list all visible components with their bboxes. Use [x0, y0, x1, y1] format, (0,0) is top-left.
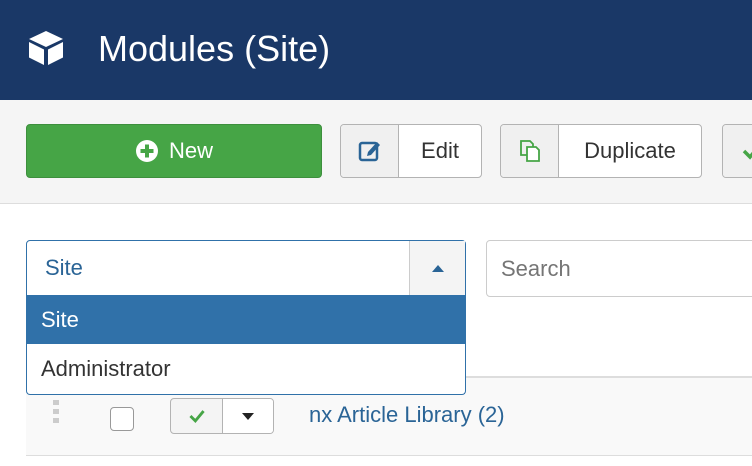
new-button[interactable]: New — [26, 124, 322, 178]
edit-button[interactable]: Edit — [340, 124, 482, 178]
client-select-dropdown: Site Administrator — [26, 295, 466, 395]
duplicate-icon-cell — [501, 125, 559, 177]
published-toggle[interactable] — [171, 399, 223, 433]
cube-icon — [29, 31, 63, 65]
edit-button-label: Edit — [421, 138, 459, 163]
client-select-toggle[interactable] — [409, 241, 465, 295]
check-icon — [188, 410, 205, 424]
edit-icon-cell — [341, 125, 399, 177]
duplicate-button-label: Duplicate — [584, 138, 676, 163]
toolbar: New Edit Duplicate — [0, 100, 752, 204]
search-input[interactable] — [486, 240, 752, 297]
client-select-value: Site — [45, 255, 83, 280]
publish-icon-cell — [723, 125, 752, 177]
module-title-link[interactable]: nx Article Library (2) — [309, 398, 505, 432]
caret-down-icon — [242, 413, 254, 420]
duplicate-button[interactable]: Duplicate — [500, 124, 702, 178]
copy-icon — [519, 140, 540, 162]
row-actions-dropdown[interactable] — [223, 399, 273, 433]
caret-up-icon — [431, 265, 444, 272]
page-title: Modules (Site) — [98, 28, 331, 69]
new-button-label: New — [168, 138, 213, 163]
edit-icon — [358, 141, 380, 162]
drag-handle-icon[interactable] — [53, 400, 59, 424]
publish-button[interactable] — [722, 124, 752, 178]
client-select[interactable]: Site — [26, 240, 466, 296]
client-option-site[interactable]: Site — [27, 295, 465, 344]
publish-state-toggle — [170, 398, 274, 434]
client-option-administrator[interactable]: Administrator — [27, 344, 465, 393]
check-icon — [742, 149, 752, 160]
plus-circle-icon — [135, 140, 158, 162]
page-header: Modules (Site) — [0, 0, 752, 100]
row-checkbox[interactable] — [110, 407, 134, 431]
